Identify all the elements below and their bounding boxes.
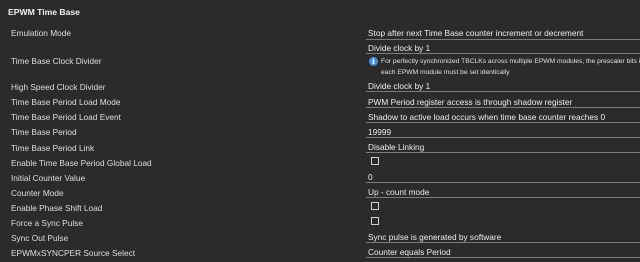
- emulation-mode-dropdown[interactable]: Stop after next Time Base counter increm…: [368, 28, 640, 38]
- syncper-source-select-underline: [366, 257, 640, 258]
- time-base-clock-divider-label: Time Base Clock Divider: [11, 56, 102, 66]
- period-load-event-dropdown[interactable]: Shadow to active load occurs when time b…: [368, 112, 640, 122]
- counter-mode-dropdown[interactable]: Up - count mode: [368, 187, 640, 197]
- period-global-load-label: Enable Time Base Period Global Load: [11, 158, 152, 168]
- syncper-source-select-label: EPWMxSYNCPER Source Select: [11, 248, 136, 258]
- force-sync-pulse-checkbox[interactable]: [371, 217, 379, 225]
- initial-counter-value-label: Initial Counter Value: [11, 173, 86, 183]
- sync-out-pulse-dropdown[interactable]: Sync pulse is generated by software: [368, 232, 640, 242]
- high-speed-clock-divider-dropdown[interactable]: Divide clock by 1: [368, 81, 640, 91]
- high-speed-clock-divider-label: High Speed Clock Divider: [11, 82, 106, 92]
- sync-out-pulse-label: Sync Out Pulse: [11, 233, 69, 243]
- period-load-mode-dropdown[interactable]: PWM Period register access is through sh…: [368, 97, 640, 107]
- prescaler-info-text: For perfectly synchronized TBCLKs across…: [381, 56, 640, 78]
- time-base-period-link-underline: [366, 152, 640, 153]
- epwm-time-base-panel: EPWM Time Base Emulation Mode Stop after…: [0, 0, 640, 262]
- high-speed-clock-divider-underline: [366, 91, 640, 92]
- counter-mode-underline: [366, 197, 640, 198]
- phase-shift-load-label: Enable Phase Shift Load: [11, 203, 103, 213]
- phase-shift-load-checkbox[interactable]: [371, 202, 379, 210]
- section-title: EPWM Time Base: [8, 7, 80, 17]
- period-global-load-checkbox[interactable]: [371, 157, 379, 165]
- period-load-mode-underline: [366, 107, 640, 108]
- time-base-period-input[interactable]: 19999: [368, 127, 640, 137]
- prescaler-info-line-1: For perfectly synchronized TBCLKs across…: [381, 58, 640, 65]
- prescaler-info-note: i For perfectly synchronized TBCLKs acro…: [366, 52, 640, 78]
- prescaler-info-line-2: each EPWM module must be set identically: [381, 69, 510, 76]
- sync-out-pulse-underline: [366, 242, 640, 243]
- period-load-mode-label: Time Base Period Load Mode: [11, 97, 121, 107]
- initial-counter-value-underline: [366, 182, 640, 183]
- emulation-mode-underline: [366, 39, 640, 40]
- counter-mode-label: Counter Mode: [11, 188, 64, 198]
- time-base-period-underline: [366, 137, 640, 138]
- period-load-event-underline: [366, 122, 640, 123]
- period-load-event-label: Time Base Period Load Event: [11, 112, 121, 122]
- time-base-period-link-dropdown[interactable]: Disable Linking: [368, 142, 640, 152]
- initial-counter-value-input[interactable]: 0: [368, 172, 640, 182]
- force-sync-pulse-label: Force a Sync Pulse: [11, 218, 83, 228]
- syncper-source-select-dropdown[interactable]: Counter equals Period: [368, 247, 640, 257]
- info-icon: i: [369, 57, 378, 66]
- time-base-period-label: Time Base Period: [11, 127, 77, 137]
- emulation-mode-label: Emulation Mode: [11, 28, 71, 38]
- time-base-period-link-label: Time Base Period Link: [11, 143, 95, 153]
